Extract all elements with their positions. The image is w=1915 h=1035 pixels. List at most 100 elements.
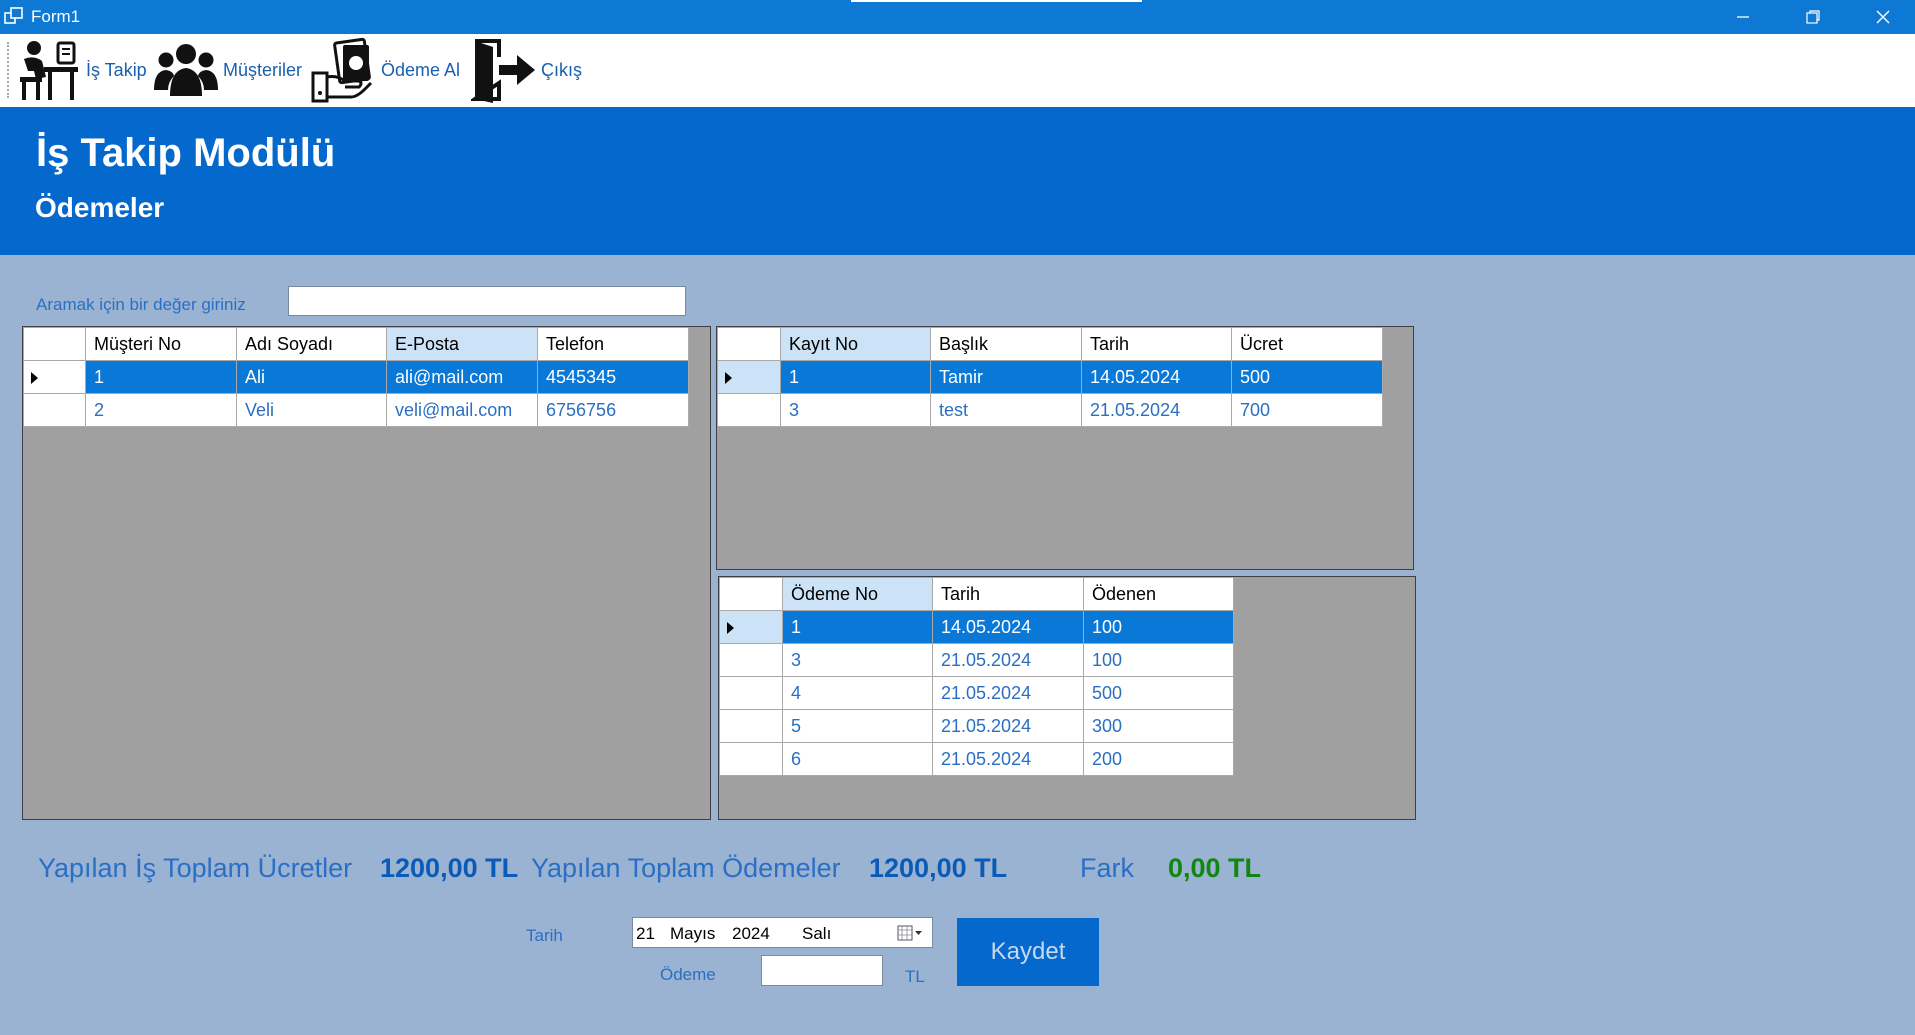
table-cell[interactable]: 700 — [1231, 393, 1383, 427]
table-cell[interactable]: 500 — [1083, 676, 1234, 710]
toolbar-odeme-al-button[interactable]: Ödeme Al — [311, 36, 460, 104]
table-cell[interactable]: 21.05.2024 — [932, 643, 1084, 677]
total-payments-value: 1200,00 TL — [869, 853, 1008, 883]
toolbar-musteriler-button[interactable]: Müşteriler — [153, 36, 302, 104]
row-selector[interactable] — [23, 360, 86, 394]
row-selector[interactable] — [23, 393, 86, 427]
table-cell[interactable]: 6756756 — [537, 393, 689, 427]
table-cell[interactable]: 100 — [1083, 610, 1234, 644]
search-input[interactable] — [288, 286, 686, 316]
row-header-corner — [719, 577, 783, 611]
row-selector[interactable] — [719, 742, 783, 776]
table-cell[interactable]: 14.05.2024 — [932, 610, 1084, 644]
row-header-corner — [717, 327, 781, 361]
total-payments-label: Yapılan Toplam Ödemeler — [531, 853, 841, 883]
table-cell[interactable]: 3 — [782, 643, 933, 677]
date-picker[interactable]: 21 Mayıs 2024 Salı — [632, 917, 933, 948]
minimize-button[interactable] — [1708, 0, 1778, 34]
row-selector[interactable] — [719, 709, 783, 743]
restore-button[interactable] — [1778, 0, 1848, 34]
date-month[interactable]: Mayıs — [670, 924, 715, 944]
table-cell[interactable]: 6 — [782, 742, 933, 776]
window-titlebar: Form1 — [0, 0, 1915, 34]
column-header[interactable]: Kayıt No — [780, 327, 931, 361]
table-row[interactable]: 4 21.05.2024 500 — [719, 676, 1234, 710]
row-selector[interactable] — [717, 393, 781, 427]
column-header[interactable]: Tarih — [932, 577, 1084, 611]
table-cell[interactable]: 14.05.2024 — [1081, 360, 1232, 394]
table-cell[interactable]: 4 — [782, 676, 933, 710]
table-cell[interactable]: 1 — [85, 360, 237, 394]
table-cell[interactable]: Ali — [236, 360, 387, 394]
table-cell[interactable]: 2 — [85, 393, 237, 427]
table-cell[interactable]: 200 — [1083, 742, 1234, 776]
date-year[interactable]: 2024 — [732, 924, 770, 944]
row-selector[interactable] — [717, 360, 781, 394]
table-cell[interactable]: 21.05.2024 — [932, 742, 1084, 776]
date-weekday[interactable]: Salı — [802, 924, 831, 944]
table-cell[interactable]: veli@mail.com — [386, 393, 538, 427]
row-selector[interactable] — [719, 676, 783, 710]
customers-table: Müşteri No Adı Soyadı E-Posta Telefon 1 … — [23, 327, 689, 427]
calendar-dropdown-icon[interactable] — [896, 923, 924, 943]
table-cell[interactable]: 300 — [1083, 709, 1234, 743]
restore-icon — [1806, 10, 1820, 24]
column-header[interactable]: E-Posta — [386, 327, 538, 361]
save-button[interactable]: Kaydet — [957, 918, 1099, 986]
row-selector[interactable] — [719, 643, 783, 677]
toolbar-is-takip-button[interactable]: İş Takip — [14, 36, 147, 104]
close-button[interactable] — [1848, 0, 1915, 34]
column-header[interactable]: Tarih — [1081, 327, 1232, 361]
table-cell[interactable]: 500 — [1231, 360, 1383, 394]
page-subtitle: Ödemeler — [35, 192, 165, 223]
table-row[interactable]: 3 test 21.05.2024 700 — [717, 393, 1383, 427]
total-fees-value: 1200,00 TL — [380, 853, 519, 883]
table-cell[interactable]: 21.05.2024 — [1081, 393, 1232, 427]
payments-table: Ödeme No Tarih Ödenen 1 14.05.2024 100 3… — [719, 577, 1234, 776]
table-row[interactable]: 2 Veli veli@mail.com 6756756 — [23, 393, 689, 427]
column-header[interactable]: Ücret — [1231, 327, 1383, 361]
table-row[interactable]: 6 21.05.2024 200 — [719, 742, 1234, 776]
toolbar-musteriler-label: Müşteriler — [223, 59, 303, 80]
table-cell[interactable]: Tamir — [930, 360, 1082, 394]
table-cell[interactable]: 1 — [782, 610, 933, 644]
payments-grid[interactable]: Ödeme No Tarih Ödenen 1 14.05.2024 100 3… — [718, 576, 1416, 820]
payment-label: Ödeme — [660, 965, 716, 984]
customers-grid[interactable]: Müşteri No Adı Soyadı E-Posta Telefon 1 … — [22, 326, 711, 820]
minimize-icon — [1737, 16, 1749, 18]
main-toolbar: İş Takip Müşteriler Ödeme Al Çıkış — [0, 34, 1915, 107]
column-header[interactable]: Müşteri No — [85, 327, 237, 361]
column-header[interactable]: Ödeme No — [782, 577, 933, 611]
total-fees-label: Yapılan İş Toplam Ücretler — [38, 853, 353, 883]
table-cell[interactable]: 100 — [1083, 643, 1234, 677]
column-header[interactable]: Ödenen — [1083, 577, 1234, 611]
column-header[interactable]: Telefon — [537, 327, 689, 361]
difference-value: 0,00 TL — [1168, 853, 1262, 883]
toolbar-cikis-button[interactable]: Çıkış — [471, 36, 582, 104]
page-title: İş Takip Modülü — [36, 131, 336, 175]
table-cell[interactable]: 21.05.2024 — [932, 709, 1084, 743]
toolbar-grip[interactable] — [7, 42, 11, 98]
table-row[interactable]: 1 Tamir 14.05.2024 500 — [717, 360, 1383, 394]
column-header[interactable]: Başlık — [930, 327, 1082, 361]
row-selector[interactable] — [719, 610, 783, 644]
table-row[interactable]: 1 14.05.2024 100 — [719, 610, 1234, 644]
current-row-arrow-icon — [725, 371, 732, 384]
table-cell[interactable]: 21.05.2024 — [932, 676, 1084, 710]
table-cell[interactable]: 4545345 — [537, 360, 689, 394]
table-cell[interactable]: Veli — [236, 393, 387, 427]
date-day[interactable]: 21 — [636, 924, 655, 944]
table-row[interactable]: 3 21.05.2024 100 — [719, 643, 1234, 677]
table-cell[interactable]: test — [930, 393, 1082, 427]
table-cell[interactable]: 3 — [780, 393, 931, 427]
jobs-grid[interactable]: Kayıt No Başlık Tarih Ücret 1 Tamir 14.0… — [716, 326, 1414, 570]
table-cell[interactable]: 1 — [780, 360, 931, 394]
table-cell[interactable]: ali@mail.com — [386, 360, 538, 394]
payment-amount-input[interactable] — [761, 955, 883, 986]
column-header[interactable]: Adı Soyadı — [236, 327, 387, 361]
current-row-arrow-icon — [727, 621, 734, 634]
table-row[interactable]: 1 Ali ali@mail.com 4545345 — [23, 360, 689, 394]
app-window-icon — [4, 7, 23, 24]
table-cell[interactable]: 5 — [782, 709, 933, 743]
table-row[interactable]: 5 21.05.2024 300 — [719, 709, 1234, 743]
